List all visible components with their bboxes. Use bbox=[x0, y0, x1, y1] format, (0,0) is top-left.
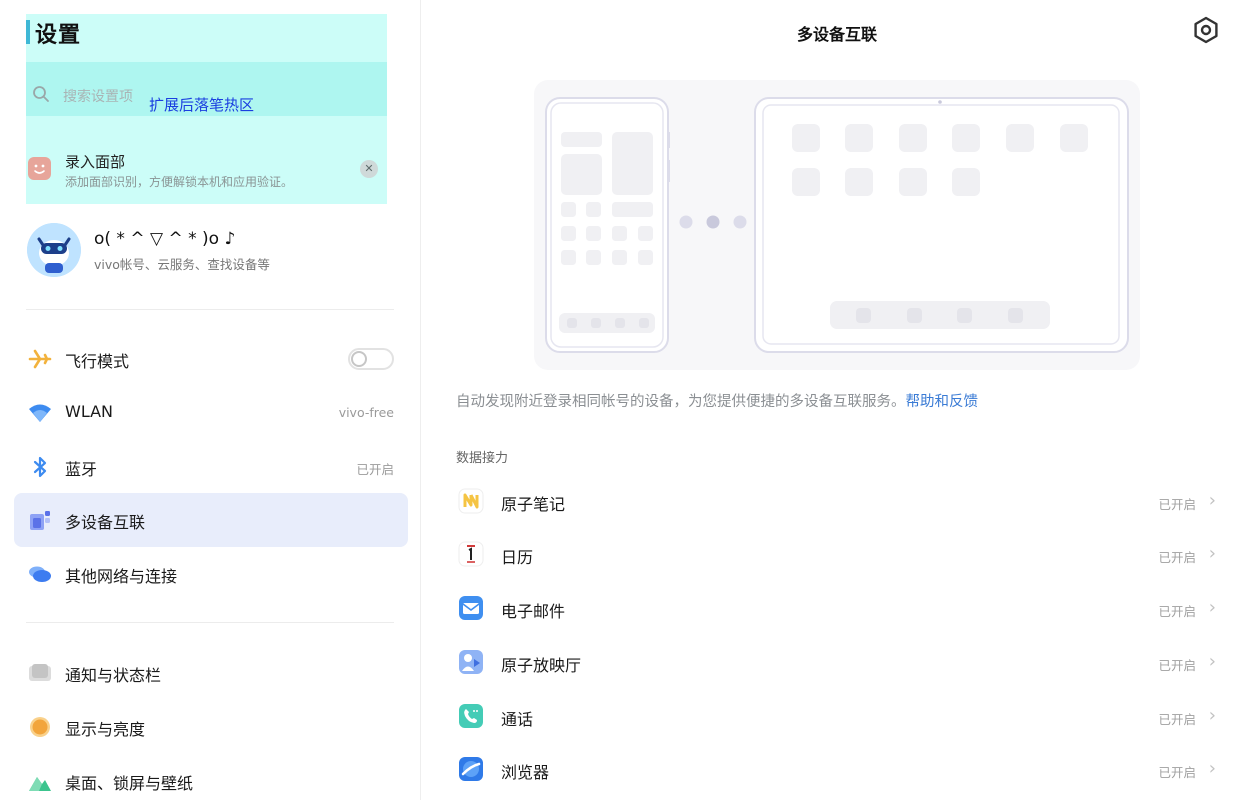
sidebar-item-bluetooth[interactable]: 蓝牙 已开启 bbox=[14, 440, 408, 494]
page-title: 设置 bbox=[35, 23, 82, 48]
divider bbox=[26, 622, 394, 623]
app-row-label: 日历 bbox=[501, 548, 534, 567]
search-icon bbox=[33, 86, 49, 102]
app-row-status: 已开启 bbox=[1158, 550, 1196, 565]
app-row-label: 原子笔记 bbox=[501, 495, 566, 514]
section-header: 数据接力 bbox=[456, 451, 509, 466]
close-icon[interactable]: ✕ bbox=[360, 160, 378, 178]
sidebar-item-network[interactable]: 其他网络与连接 bbox=[14, 547, 408, 601]
app-row-phone[interactable]: 通话 已开启 › bbox=[446, 689, 1226, 743]
chevron-right-icon: › bbox=[1208, 705, 1216, 726]
app-row-label: 通话 bbox=[501, 710, 534, 729]
chevron-right-icon: › bbox=[1208, 543, 1216, 564]
sidebar-item-label: 多设备互联 bbox=[65, 513, 146, 532]
app-row-status: 已开启 bbox=[1158, 658, 1196, 673]
face-enroll-subtitle: 添加面部识别，方便解锁本机和应用验证。 bbox=[65, 175, 294, 189]
detail-pane: 多设备互联 自动发现附近登录相同帐号的设备，为您提供便捷的多设备互联服务。帮助和… bbox=[422, 0, 1252, 800]
chevron-right-icon: › bbox=[1208, 597, 1216, 618]
chevron-right-icon: › bbox=[1208, 490, 1216, 511]
face-enroll-title[interactable]: 录入面部 bbox=[65, 151, 125, 172]
detail-title: 多设备互联 bbox=[796, 25, 877, 44]
notes-icon bbox=[458, 488, 484, 514]
wallpaper-icon bbox=[29, 777, 51, 791]
sidebar-item-label: 其他网络与连接 bbox=[65, 567, 178, 586]
help-feedback-link[interactable]: 帮助和反馈 bbox=[906, 394, 979, 410]
sidebar-item-label: WLAN bbox=[65, 402, 114, 421]
hotzone-label: 扩展后落笔热区 bbox=[149, 96, 255, 114]
sidebar-item-value: 已开启 bbox=[356, 462, 394, 477]
brightness-icon bbox=[30, 717, 50, 737]
multi-device-icon bbox=[30, 511, 50, 530]
app-row-label: 浏览器 bbox=[501, 763, 550, 782]
feature-description: 自动发现附近登录相同帐号的设备，为您提供便捷的多设备互联服务。帮助和反馈 bbox=[456, 390, 978, 411]
search-input[interactable]: 搜索设置项 bbox=[63, 86, 133, 106]
sidebar-item-notifications[interactable]: 通知与状态栏 bbox=[14, 646, 408, 700]
sidebar-item-label: 蓝牙 bbox=[65, 460, 98, 479]
avatar[interactable] bbox=[27, 223, 81, 277]
airplane-toggle[interactable] bbox=[348, 348, 394, 370]
app-row-video[interactable]: 原子放映厅 已开启 › bbox=[446, 635, 1226, 689]
bluetooth-icon bbox=[33, 456, 47, 478]
sidebar-item-label: 飞行模式 bbox=[65, 352, 130, 371]
divider bbox=[26, 309, 394, 310]
notification-icon bbox=[29, 664, 51, 681]
sidebar-item-wlan[interactable]: WLAN vivo-free bbox=[14, 386, 408, 440]
app-row-email[interactable]: 电子邮件 已开启 › bbox=[446, 581, 1226, 635]
video-icon bbox=[459, 650, 483, 674]
phone-icon bbox=[459, 704, 483, 728]
app-row-label: 原子放映厅 bbox=[501, 656, 582, 675]
sidebar-item-label: 桌面、锁屏与壁纸 bbox=[65, 774, 194, 793]
airplane-icon bbox=[28, 349, 52, 369]
sidebar-item-label: 显示与亮度 bbox=[65, 720, 146, 739]
chevron-right-icon: › bbox=[1208, 651, 1216, 672]
app-row-status: 已开启 bbox=[1158, 712, 1196, 727]
account-name[interactable]: o( * ^ ▽ ^ * )o ♪ bbox=[94, 229, 235, 249]
app-row-browser[interactable]: 浏览器 已开启 › bbox=[446, 742, 1226, 796]
app-row-status: 已开启 bbox=[1158, 765, 1196, 780]
face-icon bbox=[28, 157, 51, 180]
wifi-icon bbox=[29, 404, 51, 422]
sidebar-item-display[interactable]: 显示与亮度 bbox=[14, 700, 408, 754]
email-icon bbox=[459, 596, 483, 620]
browser-icon bbox=[459, 757, 483, 781]
app-row-calendar[interactable]: 日历 已开启 › bbox=[446, 527, 1226, 581]
settings-gear-icon[interactable] bbox=[1192, 16, 1220, 44]
sidebar-item-multi-device[interactable]: 多设备互联 bbox=[14, 493, 408, 547]
calendar-icon bbox=[458, 541, 484, 567]
app-row-status: 已开启 bbox=[1158, 604, 1196, 619]
settings-sidebar: 设置 搜索设置项 扩展后落笔热区 录入面部 添加面部识别，方便解锁本机和应用验证… bbox=[0, 0, 421, 800]
sidebar-item-value: vivo-free bbox=[338, 405, 394, 420]
app-row-notes[interactable]: 原子笔记 已开启 › bbox=[446, 474, 1226, 528]
account-subtitle: vivo帐号、云服务、查找设备等 bbox=[94, 257, 270, 272]
network-icon bbox=[29, 566, 51, 582]
sidebar-item-label: 通知与状态栏 bbox=[65, 666, 162, 685]
sidebar-item-wallpaper[interactable]: 桌面、锁屏与壁纸 bbox=[14, 754, 408, 800]
title-accent-bar bbox=[26, 20, 30, 44]
app-row-status: 已开启 bbox=[1158, 497, 1196, 512]
sidebar-item-airplane-mode[interactable]: 飞行模式 bbox=[14, 332, 408, 386]
description-text: 自动发现附近登录相同帐号的设备，为您提供便捷的多设备互联服务。 bbox=[456, 394, 906, 410]
chevron-right-icon: › bbox=[1208, 758, 1216, 779]
app-row-label: 电子邮件 bbox=[501, 602, 566, 621]
multi-device-illustration bbox=[534, 80, 1140, 370]
